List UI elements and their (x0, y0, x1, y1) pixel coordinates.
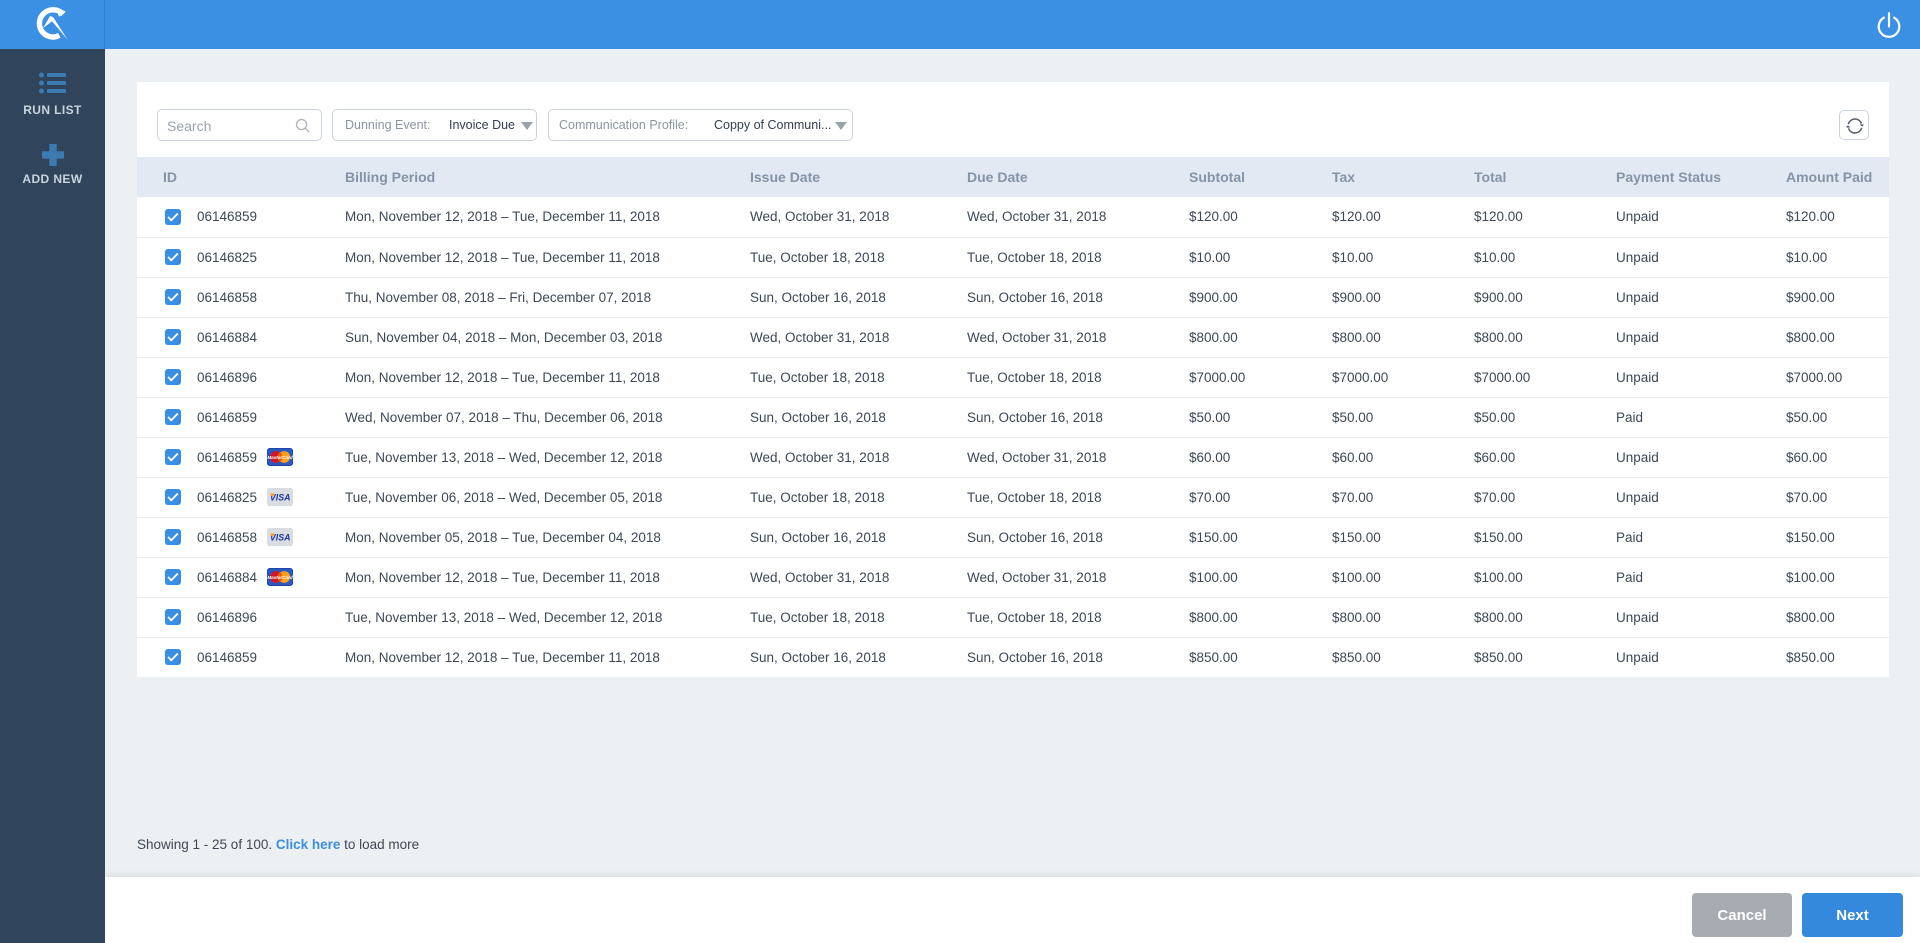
svg-text:MasterCard: MasterCard (267, 575, 292, 580)
svg-text:MasterCard: MasterCard (267, 455, 292, 460)
